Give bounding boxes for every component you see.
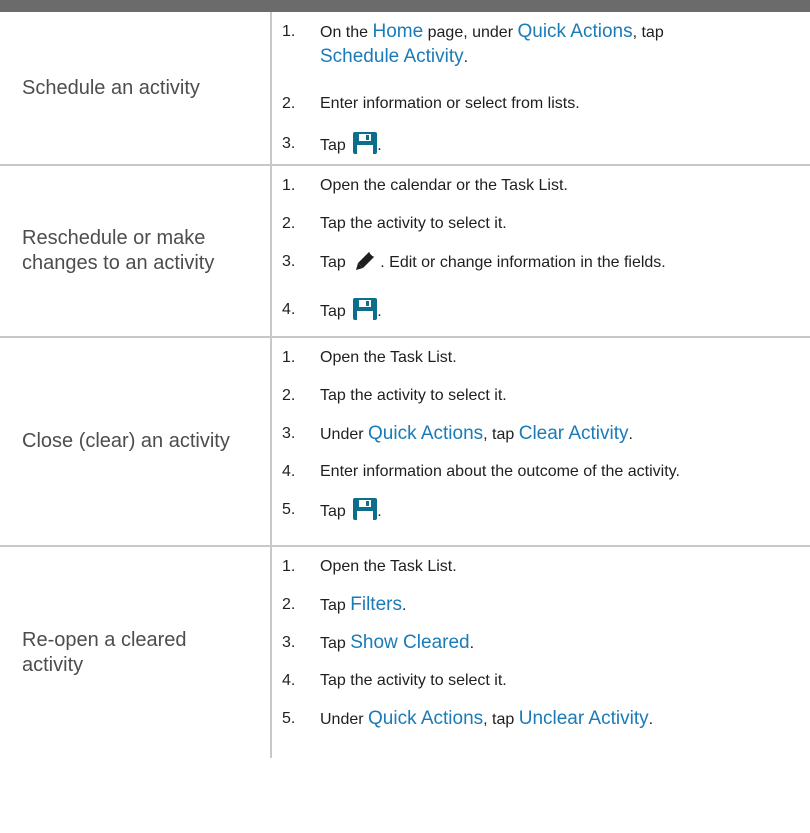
step-item: 4. Enter information about the outcome o… <box>282 463 680 480</box>
save-icon[interactable] <box>353 298 378 320</box>
clear-activity-link[interactable]: Clear Activity <box>519 423 629 444</box>
quick-actions-link[interactable]: Quick Actions <box>368 423 483 444</box>
task-name: Reschedule or make changes to an activit… <box>0 165 272 337</box>
step-item: 3. Tap . <box>272 126 810 158</box>
step-item: 3. Tap Show Cleared. <box>282 632 475 653</box>
table-row: Re-open a cleared activity 1. Open the T… <box>0 546 810 758</box>
task-name: Schedule an activity <box>0 12 272 165</box>
step-item: 1. On the Home page, under Quick Actions… <box>282 21 664 67</box>
quick-actions-link[interactable]: Quick Actions <box>368 708 483 729</box>
step-item: 2. Tap Filters. <box>282 594 407 615</box>
filters-link[interactable]: Filters <box>350 594 402 615</box>
save-icon[interactable] <box>353 132 378 154</box>
save-icon[interactable] <box>353 498 378 520</box>
step-item: 5. Tap . <box>272 498 810 524</box>
step-item: 2. Enter information or select from list… <box>282 95 580 112</box>
step-item: 1. Open the calendar or the Task List. <box>282 177 568 194</box>
step-item: 5. Under Quick Actions, tap Unclear Acti… <box>282 708 654 729</box>
show-cleared-link[interactable]: Show Cleared <box>350 632 469 653</box>
task-steps: 1. Open the Task List. 2. Tap Filters. 3… <box>271 546 810 758</box>
table-row: Schedule an activity 1. On the Home page… <box>0 12 810 165</box>
step-item: 1. Open the Task List. <box>282 349 457 366</box>
activity-task-table: Schedule an activity 1. On the Home page… <box>0 12 810 758</box>
unclear-activity-link[interactable]: Unclear Activity <box>519 708 649 729</box>
home-link[interactable]: Home <box>372 21 423 42</box>
task-name: Close (clear) an activity <box>0 337 272 546</box>
task-name: Re-open a cleared activity <box>0 546 272 758</box>
step-item: 2. Tap the activity to select it. <box>282 387 507 404</box>
task-steps: 1. On the Home page, under Quick Actions… <box>271 12 810 165</box>
step-item: 4. Tap . <box>272 298 810 324</box>
task-steps: 1. Open the calendar or the Task List. 2… <box>271 165 810 337</box>
quick-actions-link[interactable]: Quick Actions <box>517 21 632 42</box>
table-row: Reschedule or make changes to an activit… <box>0 165 810 337</box>
step-item: 3. Tap . Edit or change information in t… <box>272 250 810 298</box>
task-steps: 1. Open the Task List. 2. Tap the activi… <box>271 337 810 546</box>
step-item: 4. Tap the activity to select it. <box>282 672 507 689</box>
schedule-activity-link[interactable]: Schedule Activity <box>320 46 464 67</box>
step-item: 2. Tap the activity to select it. <box>282 215 507 232</box>
step-item: 3. Under Quick Actions, tap Clear Activi… <box>282 423 633 444</box>
table-row: Close (clear) an activity 1. Open the Ta… <box>0 337 810 546</box>
top-bar <box>0 0 810 12</box>
step-item: 1. Open the Task List. <box>282 558 457 575</box>
pencil-icon[interactable] <box>354 250 376 272</box>
